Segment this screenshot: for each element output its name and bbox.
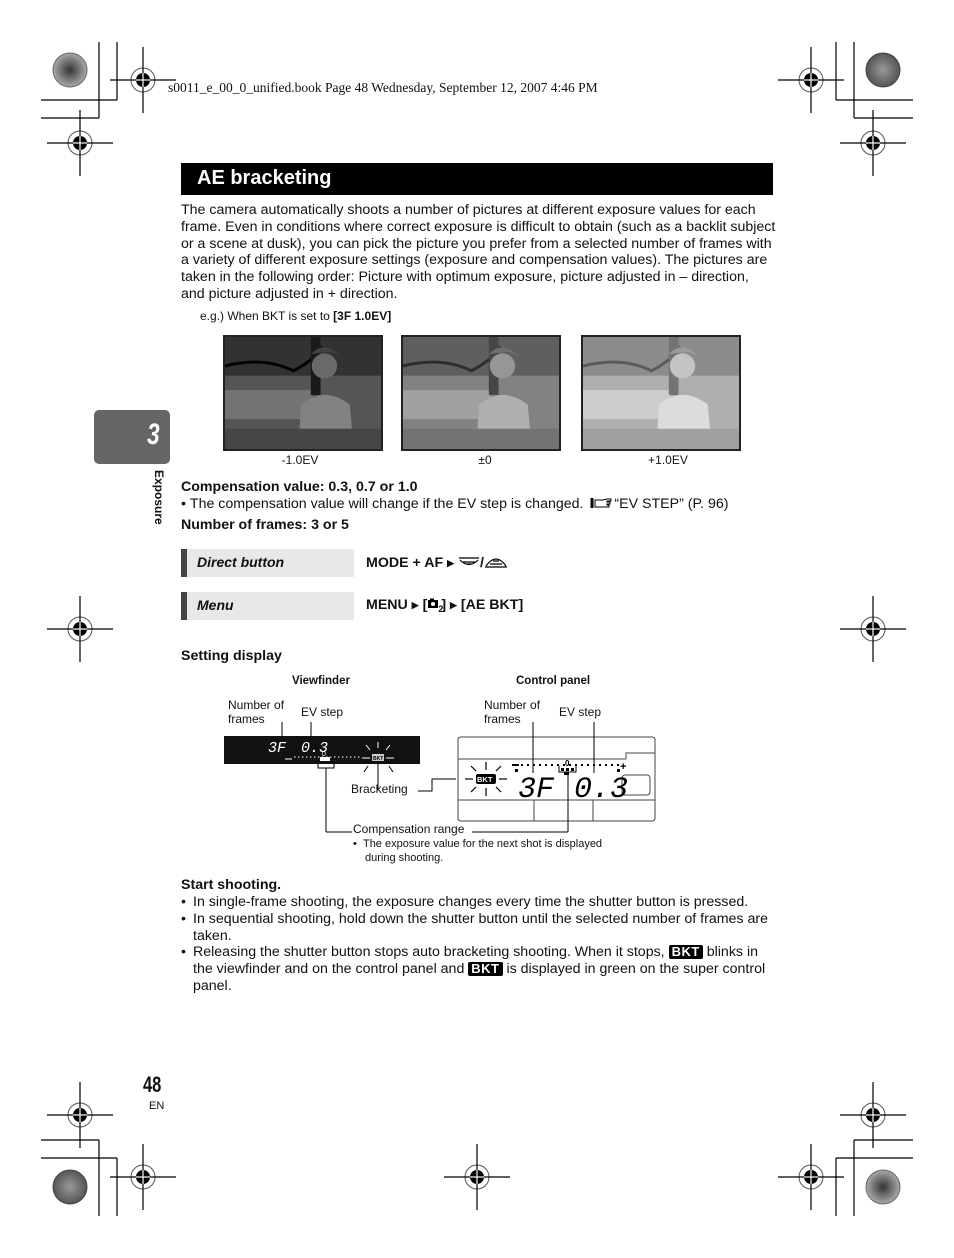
svg-text:0: 0 bbox=[322, 751, 326, 758]
compensation-range-label: Compensation range bbox=[353, 822, 465, 836]
cp-ev-value: 0.3 bbox=[574, 773, 628, 807]
start-shooting-list: • In single-frame shooting, the exposure … bbox=[181, 894, 776, 995]
setting-display-diagram: 3F 0.3 0 BKT + 0 3F 0.3 BKT bbox=[224, 722, 656, 833]
vf-frames-value: 3F bbox=[268, 740, 287, 757]
bkt-badge: BKT bbox=[668, 945, 703, 960]
start-shooting-heading: Start shooting. bbox=[181, 877, 282, 893]
list-item: • In single-frame shooting, the exposure … bbox=[181, 894, 749, 910]
cp-frames-value: 3F bbox=[518, 773, 555, 807]
page-number: 48 bbox=[143, 1072, 162, 1097]
compensation-range-note: • The exposure value for the next shot i… bbox=[353, 838, 603, 864]
list-item: • In sequential shooting, hold down the s… bbox=[181, 910, 768, 944]
svg-text:0: 0 bbox=[565, 759, 570, 768]
page-language: EN bbox=[149, 1100, 165, 1112]
bracketing-label: Bracketing bbox=[351, 782, 408, 796]
list-item: • Releasing the shutter button stops aut… bbox=[181, 944, 766, 994]
svg-text:BKT: BKT bbox=[477, 775, 493, 784]
svg-text:BKT: BKT bbox=[373, 756, 383, 762]
svg-text:+: + bbox=[620, 761, 626, 773]
bkt-badge: BKT bbox=[468, 962, 503, 977]
